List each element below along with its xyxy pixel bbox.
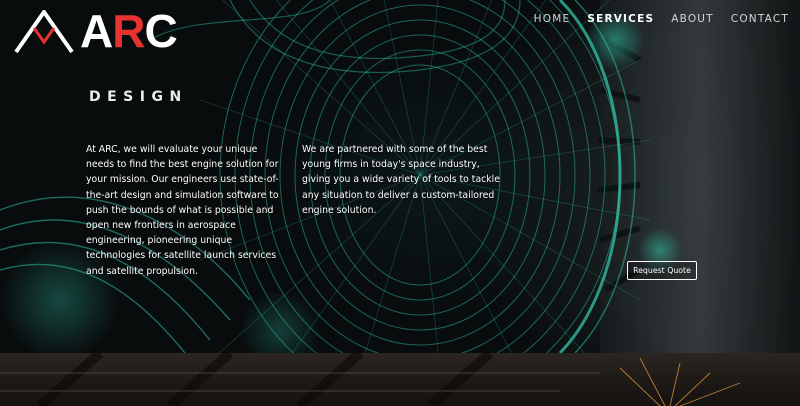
nav-about[interactable]: ABOUT [671,13,714,25]
nav-services[interactable]: SERVICES [587,13,654,25]
brand-wordmark: ARC [80,5,178,57]
request-quote-button[interactable]: Request Quote [627,261,697,280]
hero-section: ARC HOME SERVICES ABOUT CONTACT DESIGN A… [0,0,800,353]
brand-logo[interactable]: ARC [14,6,194,56]
nav-contact[interactable]: CONTACT [731,13,789,25]
partners-paragraph: We are partnered with some of the best y… [302,144,500,216]
metal-texture-image [0,353,800,406]
intro-paragraph: At ARC, we will evaluate your unique nee… [86,144,279,277]
nav-home[interactable]: HOME [534,13,571,25]
main-nav: HOME SERVICES ABOUT CONTACT [534,13,789,25]
logo-triangle-icon [14,10,74,54]
section-heading: DESIGN [89,89,188,105]
